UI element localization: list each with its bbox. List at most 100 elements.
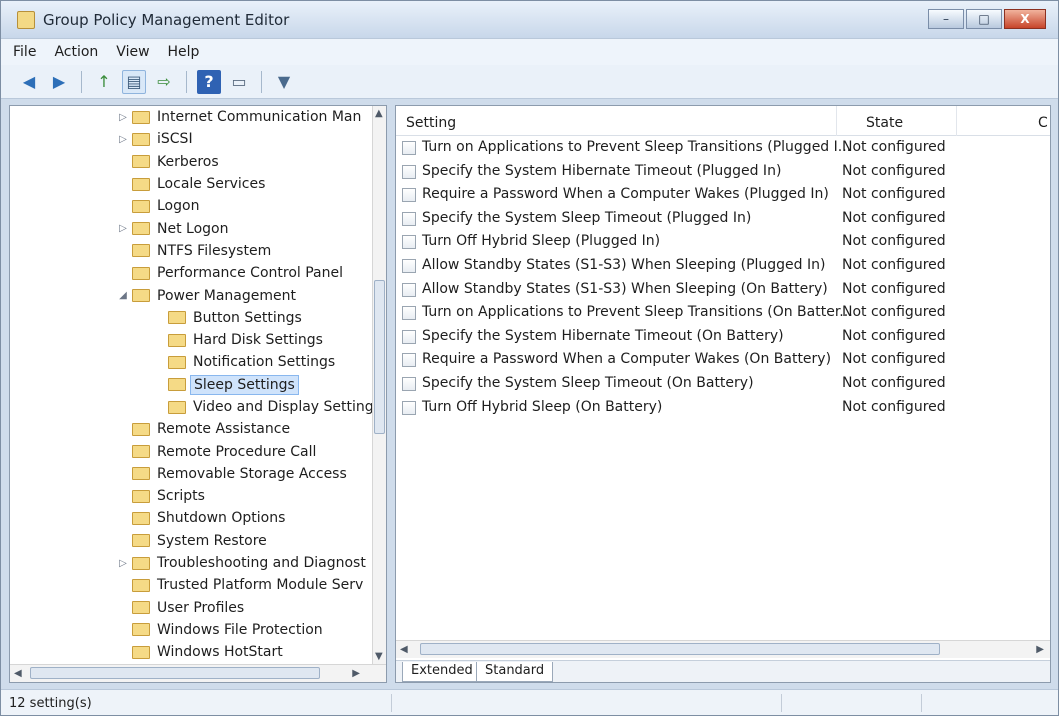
list-item[interactable]: Allow Standby States (S1-S3) When Sleepi…: [396, 278, 1050, 302]
scroll-left-arrow-icon[interactable]: ◀: [14, 668, 22, 679]
tree-expander-icon[interactable]: ◢: [118, 290, 128, 301]
tree-item[interactable]: Sleep Settings: [10, 374, 374, 396]
scroll-thumb[interactable]: [374, 280, 385, 434]
tab-extended[interactable]: Extended: [402, 662, 482, 682]
scroll-right-arrow-icon[interactable]: ▶: [352, 668, 360, 679]
tree-item[interactable]: NTFS Filesystem: [10, 240, 374, 262]
tree-item[interactable]: Logon: [10, 195, 374, 217]
tree-item-label: Trusted Platform Module Serv: [157, 577, 364, 594]
scroll-down-arrow-icon[interactable]: ▼: [375, 651, 383, 662]
folder-icon: [132, 578, 150, 592]
setting-name: Specify the System Hibernate Timeout (Pl…: [422, 162, 782, 179]
close-button[interactable]: X: [1004, 9, 1046, 29]
export-list-icon[interactable]: ⇨: [152, 70, 176, 94]
tree-item[interactable]: Button Settings: [10, 307, 374, 329]
list-item[interactable]: Allow Standby States (S1-S3) When Sleepi…: [396, 254, 1050, 278]
up-folder-icon[interactable]: ↑: [92, 70, 116, 94]
scroll-left-arrow-icon[interactable]: ◀: [400, 644, 408, 655]
tree-item[interactable]: Removable Storage Access: [10, 463, 374, 485]
folder-icon: [132, 199, 150, 213]
scroll-up-arrow-icon[interactable]: ▲: [375, 108, 383, 119]
tree-item[interactable]: System Restore: [10, 530, 374, 552]
menu-action[interactable]: Action: [54, 44, 98, 60]
tree-item[interactable]: ◢ Power Management: [10, 284, 374, 306]
list-item[interactable]: Turn Off Hybrid Sleep (On Battery) Not co…: [396, 396, 1050, 420]
tree-item[interactable]: Kerberos: [10, 151, 374, 173]
list-item[interactable]: Specify the System Sleep Timeout (On Bat…: [396, 372, 1050, 396]
setting-name: Allow Standby States (S1-S3) When Sleepi…: [422, 280, 828, 297]
show-hide-tree-icon[interactable]: ▤: [122, 69, 146, 94]
menu-help[interactable]: Help: [168, 44, 200, 60]
list-item[interactable]: Specify the System Hibernate Timeout (On…: [396, 325, 1050, 349]
tree-item-label: Remote Assistance: [157, 421, 291, 438]
toolbar: ◀ ▶ ↑ ▤ ⇨ ? ▭ ▼: [1, 65, 1058, 99]
menu-view[interactable]: View: [116, 44, 149, 60]
tree-vertical-scrollbar[interactable]: ▲ ▼: [372, 106, 386, 664]
tree-expander-icon[interactable]: ▷: [118, 112, 128, 123]
tree-item[interactable]: Video and Display Settings: [10, 396, 374, 418]
tree-item-label: Windows File Protection: [157, 621, 323, 638]
tree-expander-icon[interactable]: ▷: [118, 134, 128, 145]
folder-icon: [168, 333, 186, 347]
tree-item[interactable]: Notification Settings: [10, 351, 374, 373]
scroll-thumb[interactable]: [420, 643, 940, 655]
tree-item[interactable]: Windows HotStart: [10, 641, 374, 663]
tree-item[interactable]: User Profiles: [10, 597, 374, 619]
column-header-setting[interactable]: Setting: [406, 115, 456, 131]
tree-item[interactable]: ▷ Internet Communication Man: [10, 106, 374, 128]
list-item[interactable]: Turn on Applications to Prevent Sleep Tr…: [396, 301, 1050, 325]
tree-item[interactable]: Remote Assistance: [10, 418, 374, 440]
tree-item[interactable]: Remote Procedure Call: [10, 440, 374, 462]
tree-item-label: Troubleshooting and Diagnost: [157, 555, 366, 572]
policy-setting-icon: [402, 376, 416, 391]
filter-icon[interactable]: ▼: [272, 70, 296, 94]
tree-item[interactable]: Hard Disk Settings: [10, 329, 374, 351]
setting-state: Not configured: [842, 351, 946, 368]
list-item[interactable]: Require a Password When a Computer Wakes…: [396, 183, 1050, 207]
column-header-state[interactable]: State: [866, 115, 903, 131]
scroll-thumb[interactable]: [30, 667, 320, 679]
list-item[interactable]: Turn on Applications to Prevent Sleep Tr…: [396, 136, 1050, 160]
folder-icon: [168, 400, 186, 414]
tree-item[interactable]: ▷ iSCSI: [10, 128, 374, 150]
properties-icon[interactable]: ▭: [227, 70, 251, 94]
tree-item[interactable]: Performance Control Panel: [10, 262, 374, 284]
maximize-button[interactable]: □: [966, 9, 1002, 29]
list-horizontal-scrollbar[interactable]: ◀ ▶: [396, 640, 1050, 658]
list-item[interactable]: Require a Password When a Computer Wakes…: [396, 348, 1050, 372]
tree-item-label: Net Logon: [157, 220, 229, 237]
help-icon[interactable]: ?: [197, 69, 221, 94]
column-header-comment[interactable]: C: [1038, 115, 1048, 131]
tree-item[interactable]: Trusted Platform Module Serv: [10, 574, 374, 596]
tab-standard[interactable]: Standard: [476, 662, 554, 682]
tree-item-label: Remote Procedure Call: [157, 443, 317, 460]
tree-expander-icon[interactable]: ▷: [118, 223, 128, 234]
menu-file[interactable]: File: [13, 44, 36, 60]
scroll-right-arrow-icon[interactable]: ▶: [1036, 644, 1044, 655]
list-item[interactable]: Specify the System Hibernate Timeout (Pl…: [396, 160, 1050, 184]
tree-item[interactable]: ▷ Net Logon: [10, 217, 374, 239]
tree-item[interactable]: Scripts: [10, 485, 374, 507]
column-divider[interactable]: [956, 106, 957, 136]
column-divider[interactable]: [836, 106, 837, 136]
list-item[interactable]: Specify the System Sleep Timeout (Plugge…: [396, 207, 1050, 231]
setting-name: Turn on Applications to Prevent Sleep Tr…: [422, 304, 853, 321]
folder-icon: [168, 378, 186, 392]
folder-icon: [132, 177, 150, 191]
tree-item-label: Sleep Settings: [190, 374, 299, 395]
forward-icon[interactable]: ▶: [47, 70, 71, 94]
tree-item[interactable]: Windows File Protection: [10, 619, 374, 641]
tree-item[interactable]: ▷ Troubleshooting and Diagnost: [10, 552, 374, 574]
folder-icon: [132, 244, 150, 258]
tree-expander-icon[interactable]: ▷: [118, 558, 128, 569]
tree-horizontal-scrollbar[interactable]: ◀ ▶: [10, 664, 386, 682]
tree-item[interactable]: Shutdown Options: [10, 507, 374, 529]
minimize-button[interactable]: –: [928, 9, 964, 29]
tree-item[interactable]: Locale Services: [10, 173, 374, 195]
folder-icon: [132, 511, 150, 525]
setting-state: Not configured: [842, 139, 946, 155]
list-item[interactable]: Turn Off Hybrid Sleep (Plugged In) Not co…: [396, 230, 1050, 254]
title-bar[interactable]: Group Policy Management Editor – □ X: [1, 1, 1058, 39]
back-icon[interactable]: ◀: [17, 70, 41, 94]
folder-icon: [168, 355, 186, 369]
